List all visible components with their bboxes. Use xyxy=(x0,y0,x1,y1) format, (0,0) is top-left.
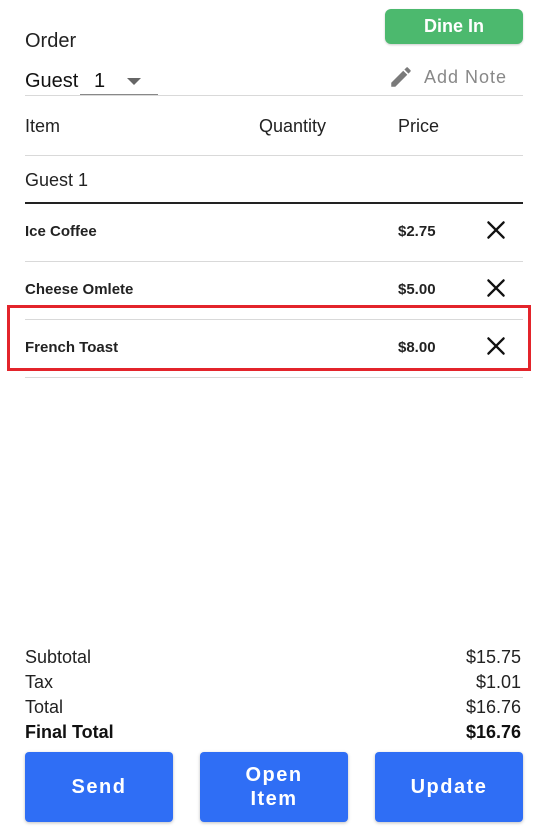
order-item-row[interactable]: Ice Coffee $2.75 xyxy=(25,204,523,262)
send-button-label: Send xyxy=(71,776,127,798)
order-title: Order xyxy=(25,30,77,52)
tax-row: Tax $1.01 xyxy=(25,672,521,693)
tax-value: $1.01 xyxy=(475,672,521,692)
open-item-label-line2: Item xyxy=(250,788,298,810)
add-note-label: Add Note xyxy=(424,66,508,87)
update-button[interactable]: Update xyxy=(375,752,523,822)
guest-select[interactable]: 1 xyxy=(80,68,158,95)
close-icon[interactable] xyxy=(483,275,509,301)
pencil-icon xyxy=(391,67,411,87)
item-name: Cheese Omlete xyxy=(25,281,134,298)
final-total-label: Final Total xyxy=(25,722,114,742)
item-price: $5.00 xyxy=(398,281,436,298)
column-header-price: Price xyxy=(398,116,440,136)
guest-label: Guest xyxy=(25,70,79,92)
total-label: Total xyxy=(25,697,64,717)
chevron-down-icon xyxy=(127,77,142,85)
update-button-label: Update xyxy=(410,776,488,798)
tax-label: Tax xyxy=(25,672,54,692)
subtotal-value: $15.75 xyxy=(465,647,521,667)
total-value: $16.76 xyxy=(465,697,521,717)
item-name: Ice Coffee xyxy=(25,223,97,240)
close-icon[interactable] xyxy=(483,217,509,243)
divider xyxy=(25,95,523,96)
final-total-row: Final Total $16.76 xyxy=(25,722,521,743)
guest-select-value: 1 xyxy=(94,69,106,92)
column-header-quantity: Quantity xyxy=(259,116,327,136)
column-header-item: Item xyxy=(25,116,61,136)
send-button[interactable]: Send xyxy=(25,752,173,822)
divider xyxy=(25,155,523,156)
subtotal-label: Subtotal xyxy=(25,647,92,667)
item-price: $2.75 xyxy=(398,223,436,240)
selected-row-highlight xyxy=(7,305,531,371)
open-item-button[interactable]: Open Item xyxy=(200,752,348,822)
dine-in-button[interactable]: Dine In xyxy=(385,9,523,44)
final-total-value: $16.76 xyxy=(465,722,521,742)
guest-group-label: Guest 1 xyxy=(25,170,89,190)
subtotal-row: Subtotal $15.75 xyxy=(25,647,521,668)
open-item-label-line1: Open xyxy=(245,764,303,786)
add-note-button[interactable]: Add Note xyxy=(388,63,507,91)
total-row: Total $16.76 xyxy=(25,697,521,718)
